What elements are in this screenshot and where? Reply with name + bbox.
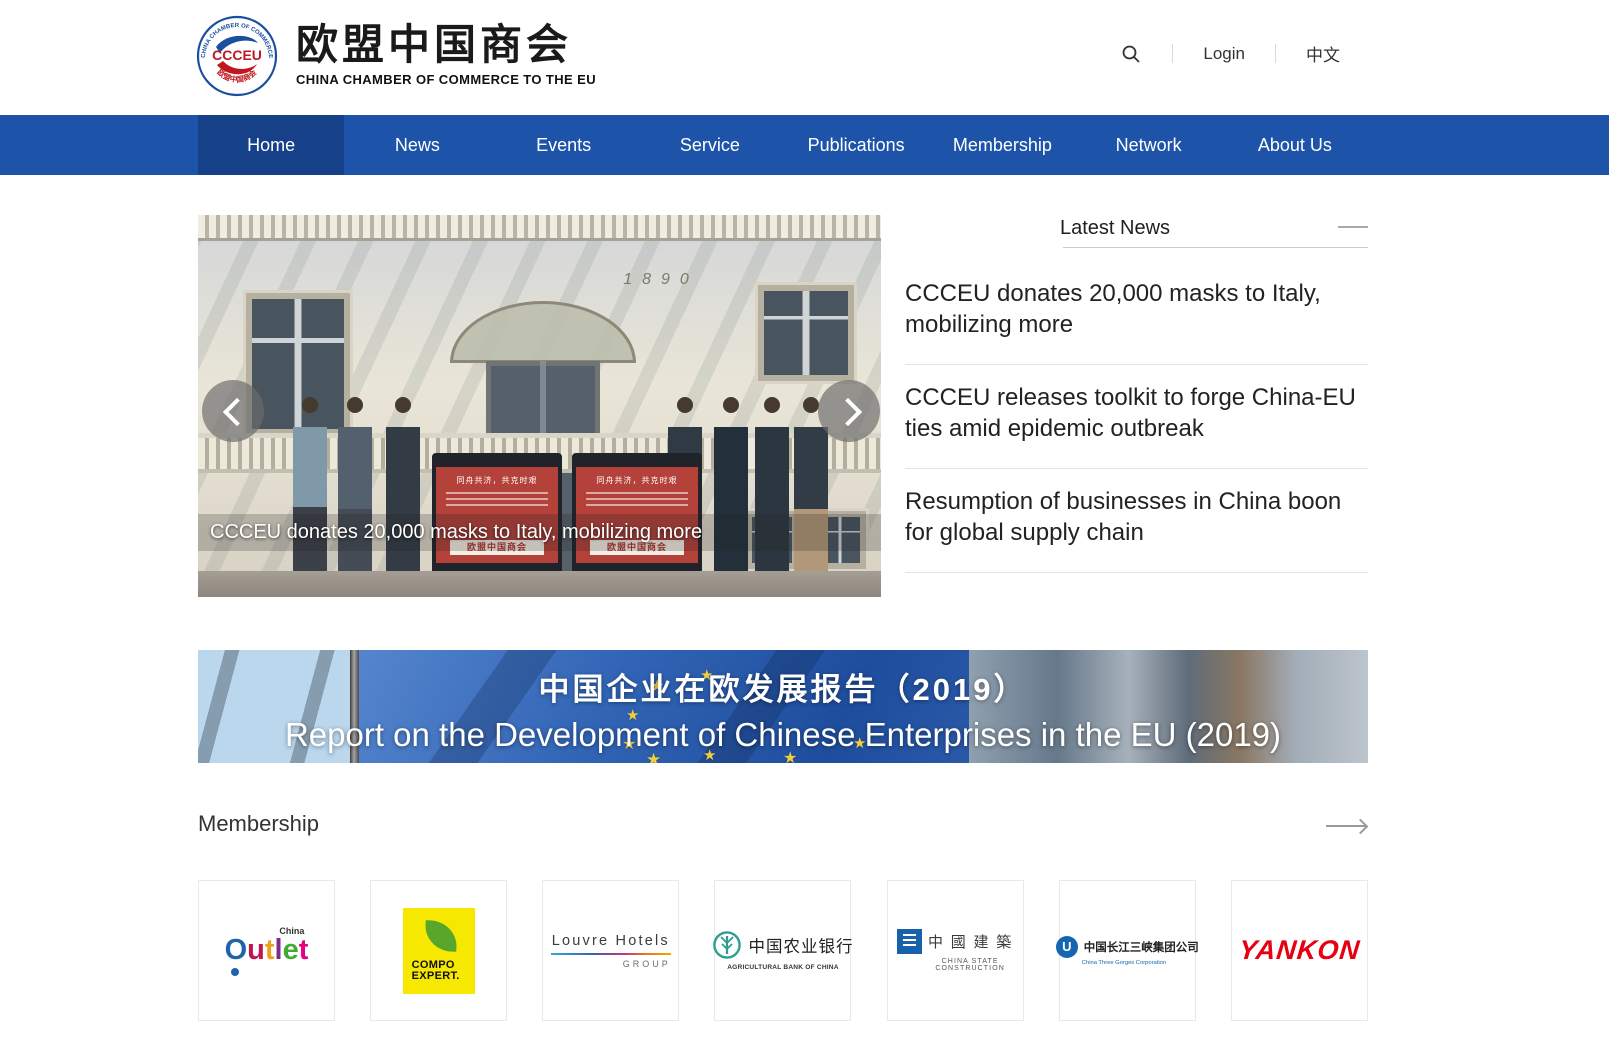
header: CHINA CHAMBER OF COMMERCE TO THE EU CCCE…: [198, 0, 1368, 115]
ctg-emblem-icon: U: [1056, 936, 1078, 958]
compo-line2: EXPERT.: [412, 971, 460, 983]
pavement: [198, 571, 881, 597]
member-logo-yankon[interactable]: YANKON: [1231, 880, 1368, 1021]
latest-news-more-dash[interactable]: [1338, 226, 1368, 228]
member-logo-outlet-china[interactable]: Outlet China: [198, 880, 335, 1021]
louvre-gradient-line: [551, 953, 671, 955]
outlet-logo: Outlet China: [225, 934, 309, 967]
nav-item-service[interactable]: Service: [637, 115, 783, 175]
carousel-caption-strip: CCCEU donates 20,000 masks to Italy, mob…: [198, 514, 881, 551]
carousel-next-button[interactable]: [818, 380, 880, 442]
news-item[interactable]: CCCEU donates 20,000 masks to Italy, mob…: [905, 261, 1368, 365]
member-logo-china-three-gorges[interactable]: U 中国长江三峡集团公司 China Three Gorges Corporat…: [1059, 880, 1196, 1021]
abc-name-en: AGRICULTURAL BANK OF CHINA: [712, 964, 853, 971]
banner-slogan-cn: 同舟共济，共克时艰: [436, 475, 558, 486]
logo-acronym: CCCEU: [212, 47, 262, 63]
header-divider: [1275, 44, 1276, 63]
outlet-superscript: China: [279, 926, 304, 936]
abc-name-cn: 中国农业银行: [748, 933, 853, 957]
latest-news-underline: [1063, 247, 1368, 248]
person-silhouette: [714, 411, 748, 583]
person-silhouette: [755, 411, 789, 583]
brand-block: 欧盟中国商会 CHINA CHAMBER OF COMMERCE TO THE …: [296, 21, 596, 87]
member-logo-louvre-hotels[interactable]: Louvre Hotels GROUP: [542, 880, 679, 1021]
membership-more-arrow-icon[interactable]: [1326, 825, 1366, 827]
outlet-letter: O: [225, 934, 248, 966]
carousel-caption: CCCEU donates 20,000 masks to Italy, mob…: [210, 514, 702, 551]
carousel-slide[interactable]: 1890 同舟共济，共克时艰 欧盟中国商会 同舟共济，共克时艰 欧盟中国商会 C…: [198, 215, 881, 597]
member-logo-row: Outlet China COMPO EXPERT. Louvre Hotels…: [198, 880, 1368, 1021]
leaf-icon: [424, 920, 458, 952]
login-link[interactable]: Login: [1203, 44, 1245, 64]
person-silhouette: [338, 411, 372, 583]
ctg-name-en: China Three Gorges Corporation: [1056, 960, 1199, 966]
site-title-cn: 欧盟中国商会: [296, 21, 596, 69]
outlet-letter: t: [299, 934, 309, 966]
outlet-letter: e: [283, 934, 299, 966]
header-divider: [1172, 44, 1173, 63]
latest-news-panel: Latest News CCCEU donates 20,000 masks t…: [905, 215, 1368, 597]
report-title-cn: 中国企业在欧发展报告（2019）: [198, 664, 1368, 709]
building-year-inscription: 1890: [606, 271, 716, 289]
header-actions: Login 中文: [1120, 41, 1340, 66]
csc-name-cn: 中 國 建 築: [928, 931, 1013, 952]
person-silhouette: [794, 411, 828, 583]
person-silhouette: [386, 411, 420, 583]
search-icon[interactable]: [1120, 43, 1142, 65]
language-switch[interactable]: 中文: [1306, 41, 1340, 66]
yankon-wordmark: YANKON: [1237, 935, 1361, 966]
nav-item-membership[interactable]: Membership: [929, 115, 1075, 175]
building-balcony-balustrade: [198, 215, 881, 241]
nav-item-about-us[interactable]: About Us: [1222, 115, 1368, 175]
membership-title: Membership: [198, 811, 1368, 837]
report-banner-wrap: 中国企业在欧发展报告（2019） Report on the Developme…: [198, 650, 1368, 763]
member-logo-compo-expert[interactable]: COMPO EXPERT.: [370, 880, 507, 1021]
abc-wheat-emblem-icon: [712, 930, 742, 960]
outlet-letter: l: [275, 934, 283, 966]
compo-expert-wordmark: COMPO EXPERT.: [412, 960, 460, 983]
csc-logo: 中 國 建 築 CHINA STATE CONSTRUCTION: [888, 929, 1023, 972]
person-silhouette: [293, 411, 327, 583]
banner-small-text: [446, 492, 548, 506]
member-logo-china-state-construction[interactable]: 中 國 建 築 CHINA STATE CONSTRUCTION: [887, 880, 1024, 1021]
member-logo-agricultural-bank-of-china[interactable]: 中国农业银行 AGRICULTURAL BANK OF CHINA: [714, 880, 851, 1021]
banner-small-text: [586, 492, 688, 506]
nav-item-home[interactable]: Home: [198, 115, 344, 175]
carousel-prev-button[interactable]: [202, 380, 264, 442]
ccceu-logo-badge[interactable]: CHINA CHAMBER OF COMMERCE TO THE EU CCCE…: [196, 15, 278, 97]
outlet-letter: u: [247, 934, 265, 966]
main-nav: Home News Events Service Publications Me…: [0, 115, 1609, 175]
nav-item-publications[interactable]: Publications: [783, 115, 929, 175]
main-nav-inner: Home News Events Service Publications Me…: [198, 115, 1368, 175]
news-item[interactable]: CCCEU releases toolkit to forge China-EU…: [905, 365, 1368, 469]
report-banner[interactable]: 中国企业在欧发展报告（2019） Report on the Developme…: [198, 650, 1368, 763]
louvre-hotels-logo: Louvre Hotels GROUP: [551, 933, 671, 969]
news-item[interactable]: Resumption of businesses in China boon f…: [905, 469, 1368, 573]
csc-emblem-icon: [897, 929, 922, 954]
nav-item-events[interactable]: Events: [491, 115, 637, 175]
outlet-dot: [231, 968, 239, 976]
louvre-wordmark: Louvre Hotels: [551, 933, 671, 949]
banner-slogan-cn: 同舟共济，共克时艰: [576, 475, 698, 486]
outlet-letter: t: [265, 934, 275, 966]
latest-news-title: Latest News: [905, 217, 1325, 240]
latest-news-header: Latest News: [905, 215, 1368, 261]
main-section: 1890 同舟共济，共克时艰 欧盟中国商会 同舟共济，共克时艰 欧盟中国商会 C…: [198, 215, 1368, 597]
report-title-en: Report on the Development of Chinese Ent…: [198, 716, 1368, 754]
nav-item-news[interactable]: News: [344, 115, 490, 175]
membership-section: Membership Outlet China COMPO EXPERT. Lo…: [198, 811, 1368, 1021]
louvre-group-label: GROUP: [551, 959, 671, 969]
abc-logo: 中国农业银行 AGRICULTURAL BANK OF CHINA: [712, 930, 853, 971]
ctg-logo: U 中国长江三峡集团公司 China Three Gorges Corporat…: [1056, 936, 1199, 966]
ctg-name-cn: 中国长江三峡集团公司: [1084, 939, 1199, 955]
compo-expert-logo: COMPO EXPERT.: [403, 908, 475, 994]
latest-news-list: CCCEU donates 20,000 masks to Italy, mob…: [905, 261, 1368, 573]
csc-name-en: CHINA STATE CONSTRUCTION: [888, 958, 1023, 972]
building-window: [758, 285, 854, 381]
nav-item-network[interactable]: Network: [1076, 115, 1222, 175]
site-subtitle-en: CHINA CHAMBER OF COMMERCE TO THE EU: [296, 72, 596, 87]
membership-header: Membership: [198, 811, 1368, 847]
